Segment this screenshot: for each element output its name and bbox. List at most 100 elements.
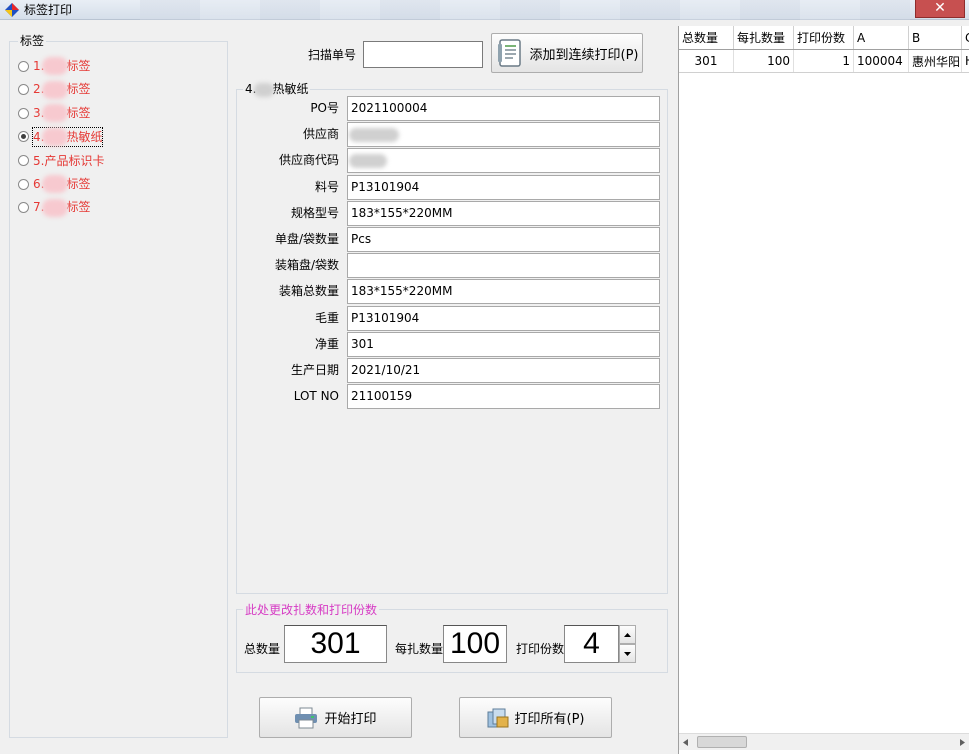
grid-column-header[interactable]: 打印份数 bbox=[793, 26, 854, 50]
label-type-option-text: 7. 标签 bbox=[33, 198, 90, 217]
start-print-button[interactable]: 开始打印 bbox=[259, 697, 412, 738]
copies-spin-down-button[interactable] bbox=[619, 644, 636, 663]
form-field-value: P13101904 bbox=[351, 310, 420, 325]
scroll-left-icon[interactable] bbox=[683, 739, 688, 746]
option-suffix: 标签 bbox=[66, 82, 91, 97]
redacted-mark bbox=[349, 127, 399, 142]
per-bundle-field[interactable]: 100 bbox=[443, 625, 507, 663]
form-field-input[interactable]: P13101904 bbox=[347, 174, 660, 200]
copies-spin-up-button[interactable] bbox=[619, 625, 636, 644]
option-suffix: 热敏纸 bbox=[66, 129, 103, 144]
radio-button[interactable] bbox=[18, 107, 29, 119]
form-field-input[interactable]: 2021100004 bbox=[347, 96, 660, 121]
radio-button[interactable] bbox=[18, 131, 29, 143]
form-field-input[interactable]: 301 bbox=[347, 331, 660, 357]
grid-horizontal-scrollbar[interactable] bbox=[679, 733, 969, 750]
form-field-value: 21100159 bbox=[351, 389, 413, 404]
grid-header-row: 总数量每扎数量打印份数ABC bbox=[679, 26, 969, 50]
label-type-option[interactable]: 4. 热敏纸 bbox=[18, 126, 218, 148]
scan-input[interactable] bbox=[363, 41, 483, 68]
form-field-label: 净重 bbox=[314, 336, 339, 351]
form-field-input[interactable] bbox=[347, 253, 660, 279]
label-type-option-text: 4. 热敏纸 bbox=[31, 126, 104, 148]
grid-column-header[interactable]: B bbox=[908, 26, 962, 50]
printer-icon bbox=[295, 707, 318, 728]
add-to-continuous-print-button[interactable]: 添加到连续打印(P) bbox=[491, 33, 643, 73]
add-to-continuous-print-label: 添加到连续打印(P) bbox=[529, 47, 639, 63]
form-field-label: 料号 bbox=[314, 179, 339, 194]
spin-up-icon bbox=[624, 632, 631, 637]
spin-down-icon bbox=[624, 651, 631, 656]
redacted-mark bbox=[42, 128, 69, 147]
form-field-label: 装箱盘/袋数 bbox=[274, 258, 339, 273]
form-field-value: Pcs bbox=[351, 232, 372, 246]
radio-button[interactable] bbox=[18, 178, 29, 190]
form-field-value: 301 bbox=[351, 336, 374, 351]
radio-button[interactable] bbox=[18, 84, 29, 96]
print-queue-grid[interactable]: 总数量每扎数量打印份数ABC 3011001100004惠州华阳HS040 bbox=[678, 26, 969, 754]
total-quantity-field[interactable]: 301 bbox=[284, 625, 387, 663]
grid-column-header[interactable]: C bbox=[961, 26, 969, 50]
form-field-label: PO号 bbox=[310, 101, 339, 115]
grid-cell: 301 bbox=[679, 49, 734, 73]
grid-row[interactable]: 3011001100004惠州华阳HS040 bbox=[679, 49, 969, 73]
label-type-option[interactable]: 3. 标签 bbox=[18, 104, 218, 123]
redacted-mark bbox=[42, 104, 69, 123]
radio-button[interactable] bbox=[18, 154, 29, 166]
grid-column-header[interactable]: A bbox=[853, 26, 909, 50]
form-field-input[interactable] bbox=[347, 122, 660, 148]
form-field-label: LOT NO bbox=[293, 389, 339, 404]
print-all-icon bbox=[487, 708, 508, 727]
radio-button[interactable] bbox=[18, 202, 29, 214]
option-suffix: 标签 bbox=[66, 105, 91, 120]
counts-legend: 此处更改扎数和打印份数 bbox=[243, 603, 380, 617]
form-legend-suffix: 热敏纸 bbox=[272, 82, 309, 96]
grid-column-header[interactable]: 每扎数量 bbox=[733, 26, 794, 50]
label-type-option[interactable]: 7. 标签 bbox=[18, 198, 218, 217]
grid-cell: 100004 bbox=[853, 49, 909, 73]
option-suffix: 标签 bbox=[66, 200, 91, 215]
title-bar-background bbox=[140, 0, 910, 20]
option-suffix: 标签 bbox=[66, 176, 91, 191]
label-type-legend: 标签 bbox=[18, 34, 47, 48]
label-type-option[interactable]: 2. 标签 bbox=[18, 80, 218, 99]
form-field-label: 单盘/袋数量 bbox=[274, 232, 339, 246]
label-type-option-text: 6. 标签 bbox=[33, 175, 90, 194]
scroll-right-icon[interactable] bbox=[960, 739, 965, 746]
form-field-label: 规格型号 bbox=[290, 205, 339, 220]
copies-spinner[interactable]: 4 bbox=[564, 625, 619, 663]
close-button[interactable]: ✕ bbox=[915, 0, 965, 18]
radio-button[interactable] bbox=[18, 60, 29, 72]
form-field-label: 供应商 bbox=[302, 127, 339, 142]
label-type-option[interactable]: 1. 标签 bbox=[18, 57, 218, 76]
form-field-value: P13101904 bbox=[351, 179, 420, 194]
form-field-input[interactable]: 2021/10/21 bbox=[347, 358, 660, 383]
form-field-input[interactable]: Pcs bbox=[347, 227, 660, 252]
form-field-label: 生产日期 bbox=[290, 363, 339, 377]
form-field-input[interactable]: 183*155*220MM bbox=[347, 279, 660, 305]
print-all-button[interactable]: 打印所有(P) bbox=[459, 697, 612, 738]
redacted-mark bbox=[42, 57, 69, 76]
scrollbar-thumb[interactable] bbox=[697, 736, 747, 748]
grid-cell: 惠州华阳 bbox=[908, 49, 962, 73]
form-field-input[interactable]: 21100159 bbox=[347, 384, 660, 410]
redacted-mark bbox=[42, 175, 69, 194]
grid-column-header[interactable]: 总数量 bbox=[679, 26, 734, 50]
label-type-option-text: 1. 标签 bbox=[33, 57, 90, 76]
copies-label: 打印份数 bbox=[515, 642, 564, 656]
form-field-value: 2021/10/21 bbox=[351, 363, 421, 377]
form-field-label: 毛重 bbox=[314, 310, 339, 325]
option-prefix: 5.产品标识卡 bbox=[33, 153, 105, 168]
label-type-option[interactable]: 6. 标签 bbox=[18, 175, 218, 194]
redacted-mark bbox=[42, 80, 69, 99]
app-icon bbox=[5, 3, 19, 17]
form-field-input[interactable]: P13101904 bbox=[347, 305, 660, 331]
form-field-input[interactable]: 183*155*220MM bbox=[347, 200, 660, 226]
label-type-option[interactable]: 5.产品标识卡 bbox=[18, 151, 218, 169]
label-type-option-text: 3. 标签 bbox=[33, 104, 90, 123]
form-field-input[interactable] bbox=[347, 148, 660, 174]
print-all-label: 打印所有(P) bbox=[514, 712, 585, 727]
redacted-mark bbox=[349, 153, 387, 168]
form-field-value: 183*155*220MM bbox=[351, 205, 453, 220]
scan-label: 扫描单号 bbox=[307, 48, 356, 62]
